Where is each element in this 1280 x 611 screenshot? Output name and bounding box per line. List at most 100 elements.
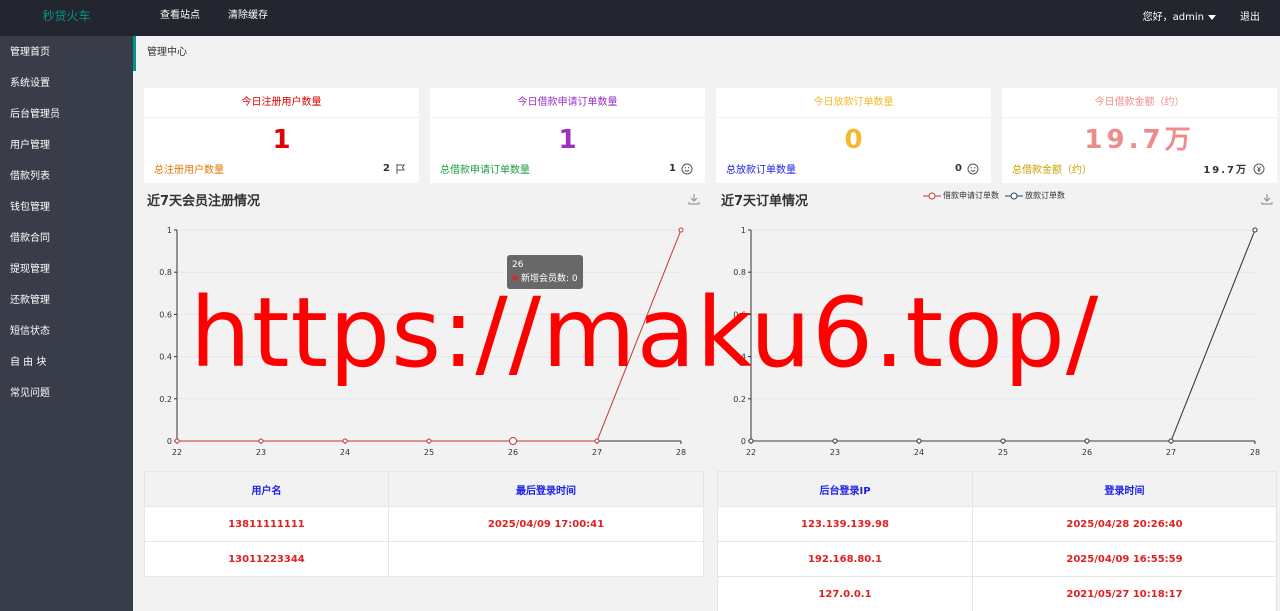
- sidebar-item-sms[interactable]: 短信状态: [0, 316, 133, 347]
- data-point: [174, 438, 180, 444]
- table-row: 13011223344: [144, 541, 704, 577]
- data-point: [594, 438, 600, 444]
- clear-cache-link[interactable]: 清除缓存: [228, 0, 268, 36]
- sidebar: 管理首页 系统设置 后台管理员 用户管理 借款列表 钱包管理 借款合同 提现管理…: [0, 36, 133, 611]
- card-value: 1: [558, 125, 577, 155]
- table-cell: 13011223344: [144, 541, 389, 577]
- sidebar-item-contracts[interactable]: 借款合同: [0, 223, 133, 254]
- data-point: [1168, 438, 1174, 444]
- y-tick-label: 0: [741, 437, 746, 446]
- data-point: [748, 438, 754, 444]
- table-row: 13811111111 2025/04/09 17:00:41: [144, 506, 704, 542]
- data-point: [509, 437, 517, 445]
- legend-label: 放款订单数: [1025, 191, 1065, 200]
- breadcrumb: 管理中心: [133, 36, 1280, 71]
- data-point: [1252, 227, 1258, 233]
- table-cell: 192.168.80.1: [717, 541, 973, 577]
- admin-login-table: 后台登录IP 登录时间 123.139.139.98 2025/04/28 20…: [717, 471, 1277, 611]
- sidebar-item-admins[interactable]: 后台管理员: [0, 99, 133, 130]
- card-foot-value: 0: [955, 163, 962, 174]
- card-foot-value: 1: [669, 163, 676, 174]
- legend-label: 借款申请订单数: [943, 191, 999, 200]
- data-point: [678, 227, 684, 233]
- table-cell: 2025/04/09 17:00:41: [388, 506, 704, 542]
- data-point: [1000, 438, 1006, 444]
- y-tick-label: 0.2: [159, 395, 172, 404]
- app-logo[interactable]: 秒贷火车: [0, 0, 133, 36]
- x-tick-label: 22: [172, 448, 182, 457]
- sidebar-item-loans[interactable]: 借款列表: [0, 161, 133, 192]
- greeting-text: 您好，admin: [1142, 12, 1204, 23]
- top-nav: 查看站点 清除缓存: [160, 0, 296, 36]
- data-point: [342, 438, 348, 444]
- card-foot-label: 总借款申请订单数量: [440, 165, 530, 176]
- data-point: [916, 438, 922, 444]
- x-tick-label: 28: [676, 448, 686, 457]
- yen-icon: [1253, 163, 1265, 174]
- x-tick-label: 26: [508, 448, 518, 457]
- x-tick-label: 26: [1082, 448, 1092, 457]
- sidebar-item-withdraw[interactable]: 提现管理: [0, 254, 133, 285]
- chart-legend: 借款申请订单数 放款订单数: [923, 190, 1071, 201]
- data-point: [832, 438, 838, 444]
- table-cell: 127.0.0.1: [717, 576, 973, 611]
- sidebar-item-settings[interactable]: 系统设置: [0, 68, 133, 99]
- card-value: 19.7万: [1084, 125, 1195, 155]
- y-tick-label: 0.6: [159, 310, 172, 319]
- y-tick-label: 1: [167, 226, 172, 235]
- smile-icon: [681, 163, 693, 174]
- legend-item-disbursed[interactable]: 放款订单数: [1005, 190, 1065, 201]
- y-tick-label: 0.4: [159, 353, 172, 362]
- card-foot-label: 总放款订单数量: [726, 165, 796, 176]
- download-icon[interactable]: [688, 193, 700, 205]
- x-tick-label: 23: [256, 448, 266, 457]
- sidebar-item-blocks[interactable]: 自 由 块: [0, 347, 133, 378]
- x-tick-label: 25: [998, 448, 1008, 457]
- x-tick-label: 22: [746, 448, 756, 457]
- card-title: 今日放款订单数量: [716, 88, 991, 118]
- chart-title-registrations: 近7天会员注册情况: [147, 194, 261, 209]
- top-header: 秒贷火车 查看站点 清除缓存 您好，admin 退出: [0, 0, 1280, 36]
- user-area: 您好，admin 退出: [1143, 0, 1280, 36]
- smile-icon: [967, 163, 979, 174]
- column-header: 登录时间: [972, 471, 1277, 507]
- data-point: [1084, 438, 1090, 444]
- table-cell: 2025/04/09 16:55:59: [972, 541, 1277, 577]
- card-foot-value: 2: [383, 163, 390, 174]
- logout-link[interactable]: 退出: [1240, 2, 1260, 34]
- stat-card-disbursements: 今日放款订单数量 0 总放款订单数量 0: [716, 88, 991, 183]
- caret-down-icon: [1208, 14, 1216, 20]
- column-header: 后台登录IP: [717, 471, 973, 507]
- x-tick-label: 24: [340, 448, 350, 457]
- legend-item-applications[interactable]: 借款申请订单数: [923, 190, 999, 201]
- card-value: 0: [844, 125, 863, 155]
- card-value: 1: [272, 125, 291, 155]
- data-point: [426, 438, 432, 444]
- table-cell: 13811111111: [144, 506, 389, 542]
- y-tick-label: 1: [741, 226, 746, 235]
- x-tick-label: 27: [592, 448, 602, 457]
- y-tick-label: 0.8: [159, 268, 172, 277]
- table-cell: 2025/04/28 20:26:40: [972, 506, 1277, 542]
- view-site-link[interactable]: 查看站点: [160, 0, 200, 36]
- sidebar-item-wallet[interactable]: 钱包管理: [0, 192, 133, 223]
- column-header: 最后登录时间: [388, 471, 704, 507]
- sidebar-item-faq[interactable]: 常见问题: [0, 378, 133, 409]
- recent-users-table: 用户名 最后登录时间 13811111111 2025/04/09 17:00:…: [144, 471, 704, 577]
- card-title: 今日注册用户数量: [144, 88, 419, 118]
- x-tick-label: 27: [1166, 448, 1176, 457]
- card-title: 今日借款金额（约）: [1002, 88, 1277, 118]
- sidebar-item-home[interactable]: 管理首页: [0, 37, 133, 68]
- table-row: 192.168.80.1 2025/04/09 16:55:59: [717, 541, 1277, 577]
- table-cell: 123.139.139.98: [717, 506, 973, 542]
- download-icon[interactable]: [1261, 193, 1273, 205]
- table-row: 127.0.0.1 2021/05/27 10:18:17: [717, 576, 1277, 611]
- card-title: 今日借款申请订单数量: [430, 88, 705, 118]
- user-menu[interactable]: 您好，admin: [1143, 2, 1216, 34]
- x-tick-label: 25: [424, 448, 434, 457]
- sidebar-item-users[interactable]: 用户管理: [0, 130, 133, 161]
- chart-title-orders: 近7天订单情况: [721, 194, 809, 209]
- x-tick-label: 24: [914, 448, 924, 457]
- sidebar-item-repay[interactable]: 还款管理: [0, 285, 133, 316]
- stat-card-loan-applications: 今日借款申请订单数量 1 总借款申请订单数量 1: [430, 88, 705, 183]
